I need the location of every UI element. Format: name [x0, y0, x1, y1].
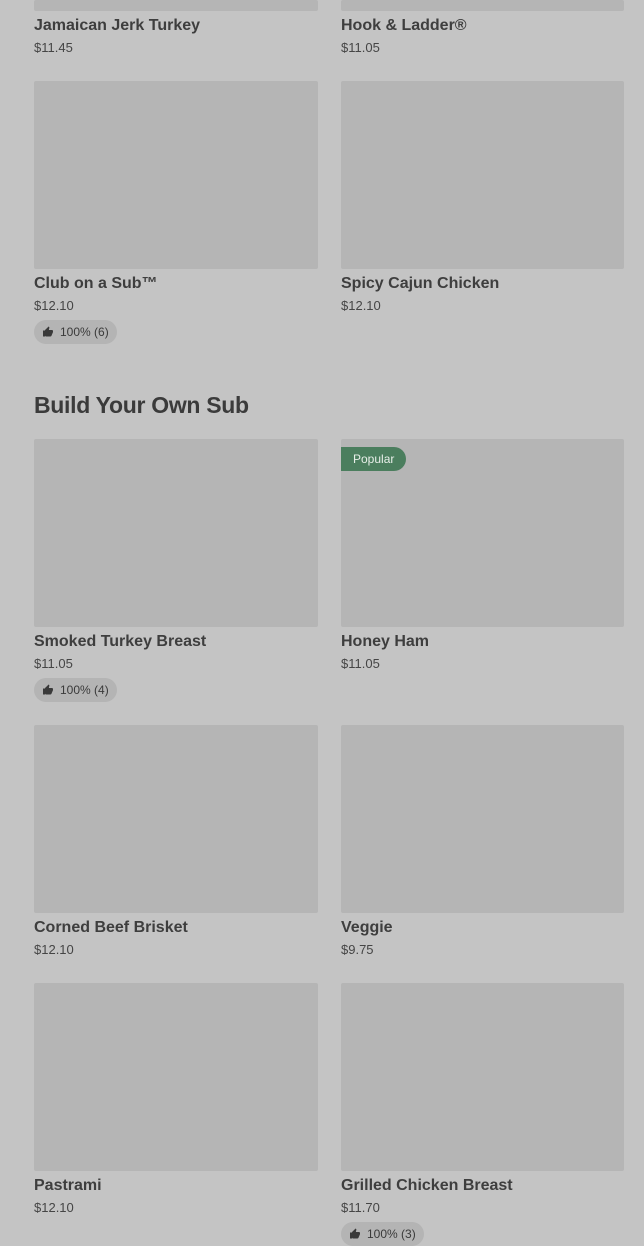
menu-item-card[interactable]: Spicy Cajun Chicken $12.10 [341, 81, 624, 315]
popular-badge: Popular [341, 447, 407, 471]
thumbs-up-icon [350, 1228, 360, 1239]
menu-item-card[interactable]: Pastrami $12.10 [34, 983, 318, 1217]
item-price: $9.75 [341, 942, 374, 957]
item-name: Hook & Ladder® [341, 17, 467, 34]
item-image [34, 983, 318, 1171]
item-name: Jamaican Jerk Turkey [34, 17, 201, 34]
rating-pill: 100% (6) [34, 320, 117, 344]
item-price: $11.05 [34, 656, 73, 671]
section-title: Build Your Own Sub [34, 392, 249, 418]
menu-item-card[interactable]: Grilled Chicken Breast $11.70 100% (3) [341, 983, 624, 1246]
thumbs-up-icon [43, 326, 53, 337]
rating-text: 100% (4) [60, 683, 109, 697]
menu-item-card[interactable]: Veggie $9.75 [341, 725, 624, 959]
item-price: $12.10 [341, 298, 381, 313]
menu-item-card[interactable]: Jamaican Jerk Turkey $11.45 [34, 0, 318, 57]
menu-item-card[interactable]: Club on a Sub™ $12.10 100% (6) [34, 81, 318, 344]
item-name: Veggie [341, 919, 393, 936]
item-price: $11.45 [34, 40, 73, 55]
item-name: Pastrami [34, 1177, 102, 1194]
item-name: Honey Ham [341, 633, 430, 650]
item-image [34, 0, 318, 11]
rating-text: 100% (3) [367, 1227, 416, 1241]
item-price: $12.10 [34, 298, 74, 313]
thumbs-up-icon [43, 684, 53, 695]
item-price: $12.10 [34, 942, 74, 957]
item-price: $11.05 [341, 656, 380, 671]
rating-pill: 100% (3) [341, 1222, 424, 1246]
menu-item-card[interactable]: Popular Honey Ham $11.05 [341, 439, 624, 673]
menu-item-card[interactable]: Hook & Ladder® $11.05 [341, 0, 624, 57]
item-image [34, 439, 318, 627]
item-image [34, 725, 318, 913]
menu-item-card[interactable]: Smoked Turkey Breast $11.05 100% (4) [34, 439, 318, 702]
item-name: Club on a Sub™ [34, 275, 158, 292]
item-image [341, 81, 624, 269]
item-name: Spicy Cajun Chicken [341, 275, 500, 292]
item-image: Popular [341, 439, 624, 627]
item-price: $11.05 [341, 40, 380, 55]
item-price: $11.70 [341, 1200, 380, 1215]
menu-item-card[interactable]: Corned Beef Brisket $12.10 [34, 725, 318, 959]
item-image [341, 983, 624, 1171]
item-name: Smoked Turkey Breast [34, 633, 207, 650]
item-price: $12.10 [34, 1200, 74, 1215]
item-image [341, 0, 624, 11]
item-image [34, 81, 318, 269]
rating-pill: 100% (4) [34, 678, 117, 702]
item-image [341, 725, 624, 913]
item-name: Corned Beef Brisket [34, 919, 188, 936]
item-name: Grilled Chicken Breast [341, 1177, 513, 1194]
rating-text: 100% (6) [60, 325, 109, 339]
